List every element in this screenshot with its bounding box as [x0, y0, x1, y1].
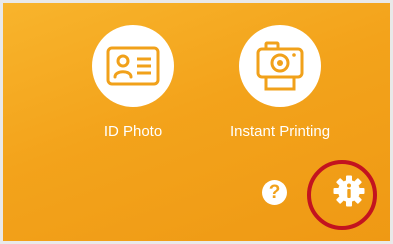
id-photo-tile[interactable]: ID Photo	[92, 25, 174, 140]
id-photo-button[interactable]	[92, 25, 174, 107]
instant-printing-button[interactable]	[239, 25, 322, 107]
home-screen: ID Photo Instant Printing ?	[3, 3, 390, 241]
id-card-icon	[106, 46, 160, 86]
instant-printing-tile[interactable]: Instant Printing	[230, 25, 330, 140]
help-button[interactable]: ?	[262, 180, 287, 205]
camera-print-icon	[256, 41, 304, 91]
id-photo-label: ID Photo	[103, 123, 163, 140]
instant-printing-label: Instant Printing	[230, 123, 331, 140]
info-settings-button[interactable]	[333, 175, 365, 207]
app-frame: ID Photo Instant Printing ?	[0, 0, 393, 244]
info-gear-icon	[333, 175, 365, 207]
